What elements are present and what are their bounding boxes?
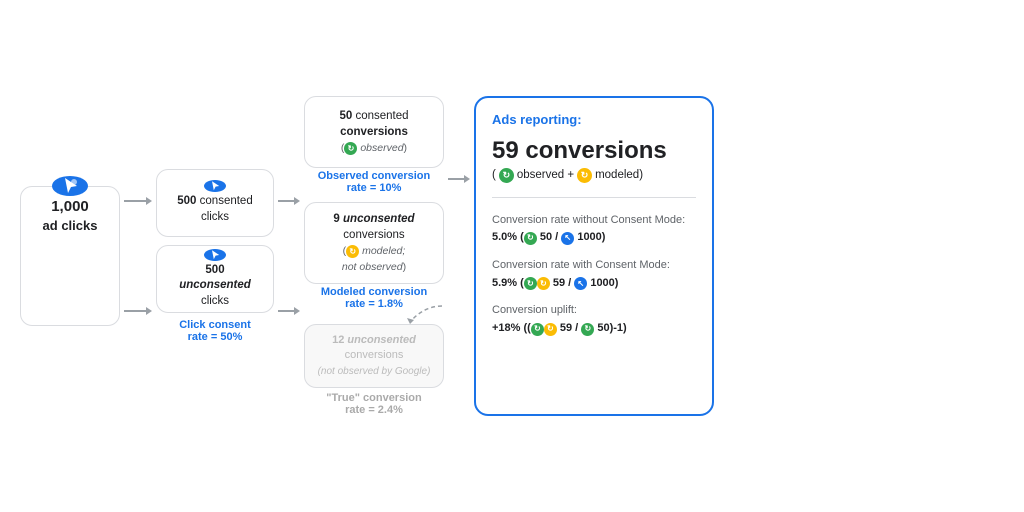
- ads-reporting-panel: Ads reporting: 59 conversions (↻ observe…: [474, 96, 714, 416]
- unconsented-conv-text: unconsentedconversions: [343, 213, 415, 241]
- consented-cursor-icon: [204, 180, 226, 192]
- unconsented-cursor-icon: [204, 249, 226, 261]
- ad-clicks-title: 1,000 ad clicks: [20, 196, 120, 336]
- unconsented-clicks-text1: unconsented: [179, 279, 251, 291]
- arrow-bottom-1: [120, 304, 156, 318]
- stat2-value: 5.9% (↻↻ 59 / ↖ 1000): [492, 275, 696, 293]
- unconsented-conversions-card: 9 unconsentedconversions (↻ modeled; not…: [304, 202, 444, 284]
- consented-conv-number: 50: [339, 110, 352, 122]
- stat-block-1: Conversion rate without Consent Mode: 5.…: [492, 212, 696, 247]
- panel-divider: [492, 197, 696, 198]
- ads-conversions-number: 59 conversions: [492, 137, 696, 166]
- consented-clicks-text1: consented: [200, 195, 253, 207]
- unconsented-clicks-text2: clicks: [201, 295, 229, 307]
- consented-conversions-card: 50 consentedconversions (↻ observed): [304, 96, 444, 168]
- unconsented-clicks-number: 500: [205, 264, 224, 276]
- arrow-bottom-2: [274, 304, 304, 318]
- stat3-value: +18% ((↻↻ 59 / ↻ 50)-1): [492, 320, 696, 338]
- cursor-icon: [52, 176, 88, 196]
- stat-block-3: Conversion uplift: +18% ((↻↻ 59 / ↻ 50)-…: [492, 302, 696, 337]
- arrow-col-2: [274, 182, 304, 330]
- true-conversion-label: "True" conversion rate = 2.4%: [304, 392, 444, 416]
- ad-clicks-label: ad clicks: [20, 217, 120, 235]
- arrow-to-panel: [444, 172, 474, 186]
- stat1-label: Conversion rate without Consent Mode:: [492, 212, 696, 230]
- stat3-label: Conversion uplift:: [492, 302, 696, 320]
- unconsented-conv-number: 9: [333, 213, 339, 225]
- stat-block-2: Conversion rate with Consent Mode: 5.9% …: [492, 257, 696, 292]
- faded-conv-number: 12: [332, 334, 344, 346]
- mid-cards-section: 500 consented clicks 500 unconsented cli…: [156, 169, 274, 313]
- left-section: 1,000 ad clicks: [20, 16, 120, 496]
- consented-clicks-card: 500 consented clicks: [156, 169, 274, 237]
- stat2-label: Conversion rate with Consent Mode:: [492, 257, 696, 275]
- ads-panel-title: Ads reporting:: [492, 112, 696, 127]
- arrow-col-1: [120, 182, 156, 330]
- consented-clicks-number: 500: [177, 195, 196, 207]
- faded-unconsented-card: 12 unconsented conversions (not observed…: [304, 324, 444, 388]
- observed-conversion-label: Observed conversion rate = 10%: [304, 170, 444, 194]
- arrow-top-1: [120, 194, 156, 208]
- unconsented-clicks-card: 500 unconsented clicks: [156, 245, 274, 313]
- ads-conversions-sub: (↻ observed + ↻ modeled): [492, 168, 696, 183]
- ad-clicks-card: 1,000 ad clicks: [20, 186, 120, 326]
- stat1-value: 5.0% (↻ 50 / ↖ 1000): [492, 229, 696, 247]
- click-consent-label: Click consent rate = 50%: [156, 319, 274, 343]
- consented-clicks-text2: clicks: [201, 211, 229, 223]
- arrow-col-3: [444, 156, 474, 356]
- ad-clicks-number: 1,000: [20, 196, 120, 217]
- arrow-top-2: [274, 194, 304, 208]
- flow-diagram: 1,000 ad clicks 500 consented clicks: [0, 0, 1024, 512]
